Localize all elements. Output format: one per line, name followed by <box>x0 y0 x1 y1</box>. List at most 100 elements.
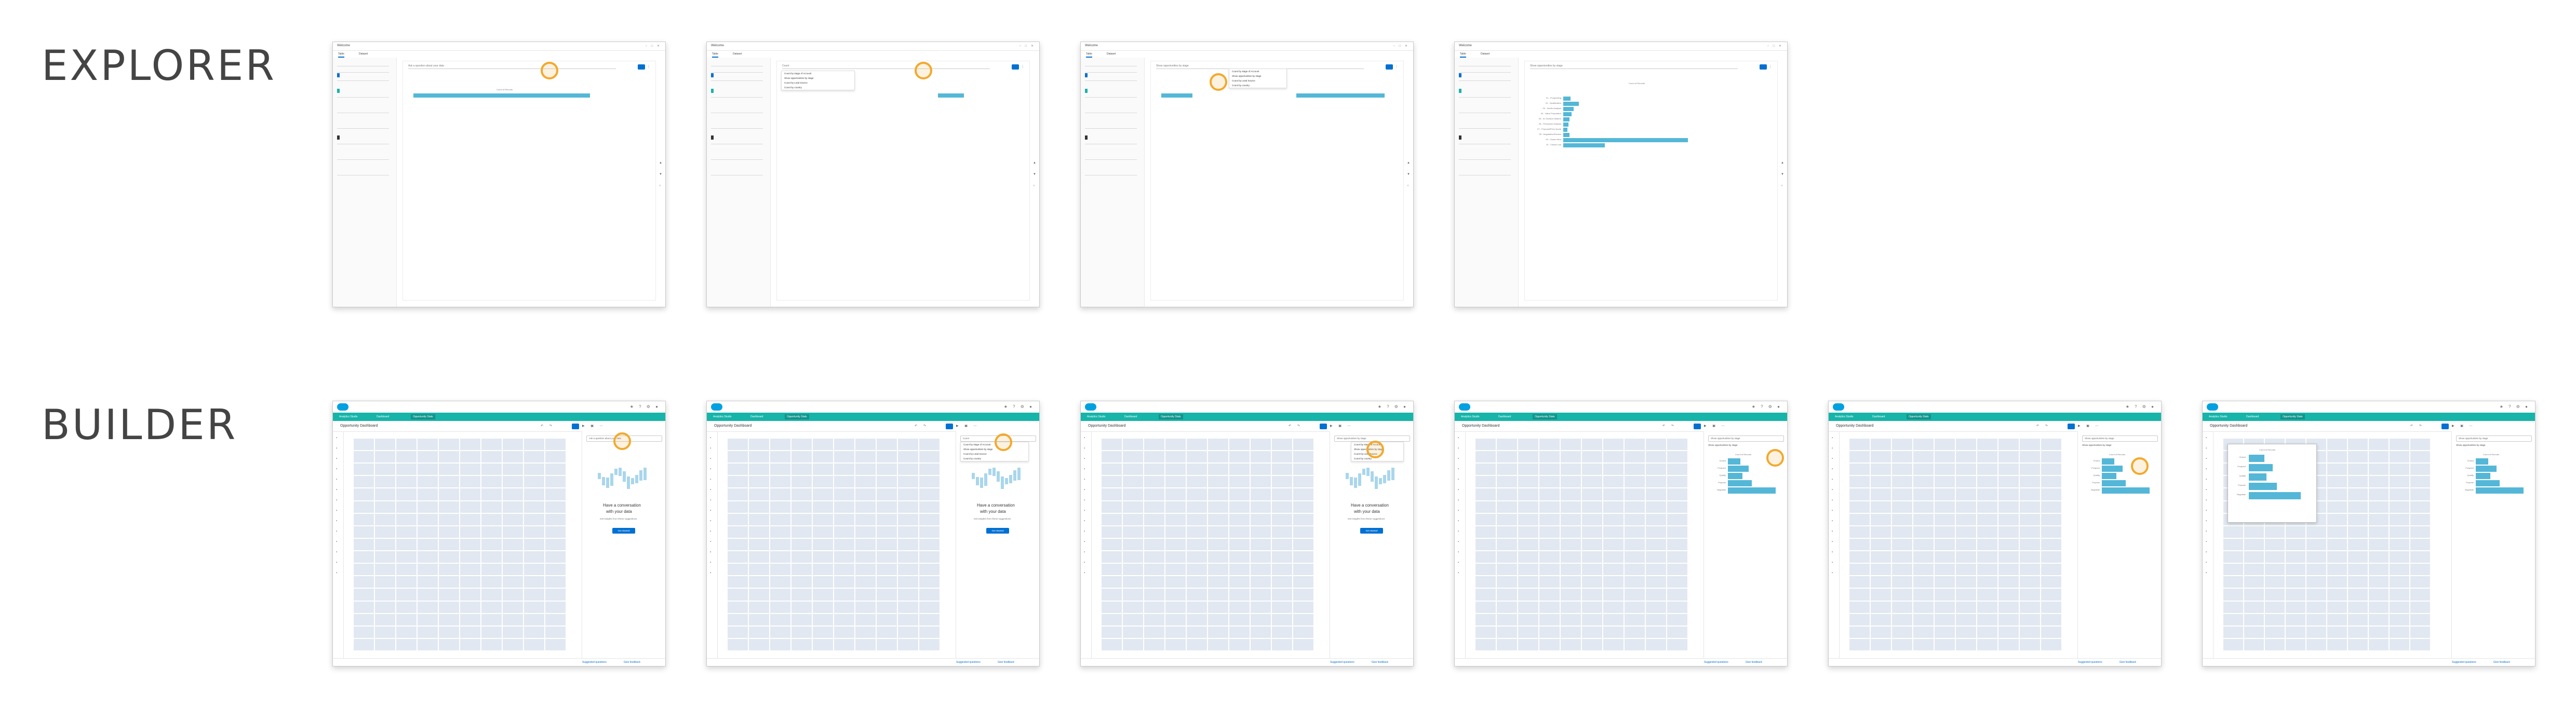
suggestion-item[interactable]: Count by country <box>1229 83 1286 88</box>
suggestion-item[interactable]: Count by Lead Source <box>1229 78 1286 83</box>
chart-bar[interactable] <box>1563 112 1572 116</box>
widget-icon[interactable]: ▪ <box>336 447 337 450</box>
app-tab[interactable]: Analytics Studio <box>2207 414 2230 419</box>
chart-bar[interactable] <box>1563 122 1568 127</box>
widget-icon[interactable]: ▪ <box>710 530 711 533</box>
rail-icon[interactable]: ▲ <box>659 161 662 165</box>
widget-icon[interactable]: ▪ <box>336 437 337 440</box>
chart-bar[interactable] <box>938 93 964 98</box>
toolbar-icons[interactable]: ▶ ▣ ⋯ <box>1704 424 1727 428</box>
options-icon[interactable]: ⋮ <box>647 65 650 69</box>
widget-icon[interactable]: ▪ <box>710 561 711 564</box>
header-icons[interactable]: ★ ? ⚙ ● <box>1752 404 1782 409</box>
widget-icon[interactable]: ▪ <box>2206 509 2207 512</box>
rail-icon[interactable]: ▲ <box>1407 161 1410 165</box>
widget-icon[interactable]: ▪ <box>1084 447 1085 450</box>
widget-icon[interactable]: ▪ <box>1832 457 1833 460</box>
suggestion-item[interactable]: Count by country <box>782 85 854 90</box>
chart-bar[interactable] <box>1728 487 1776 494</box>
chart-bar[interactable] <box>1728 466 1749 472</box>
sidebar-field[interactable] <box>1459 125 1511 129</box>
sidebar-field[interactable] <box>711 69 763 73</box>
suggestion-item[interactable]: Show opportunities by stage <box>961 447 1028 452</box>
footer-suggested-link[interactable]: Suggested questions <box>582 661 607 664</box>
widget-icon[interactable]: ▪ <box>336 499 337 502</box>
sidebar-field[interactable] <box>711 125 763 129</box>
tab-table[interactable]: Table <box>712 52 718 58</box>
widget-icon[interactable]: ▪ <box>2206 561 2207 564</box>
sidebar-field[interactable] <box>1085 125 1137 129</box>
dashboard-grid[interactable] <box>1849 439 2062 651</box>
sidebar-field[interactable] <box>1459 94 1511 98</box>
sidebar-field[interactable] <box>1085 172 1137 175</box>
suggestion-item[interactable]: Count by stage of Account <box>782 71 854 76</box>
chart-bar[interactable] <box>2102 458 2114 465</box>
chart-bar[interactable] <box>1563 133 1569 137</box>
search-input[interactable]: Count <box>782 64 990 69</box>
widget-icon[interactable]: ▪ <box>1458 520 1459 523</box>
rail-icon[interactable]: ▼ <box>1033 173 1036 176</box>
chart-bar[interactable] <box>2249 483 2277 490</box>
tab-table[interactable]: Table <box>1086 52 1092 58</box>
widget-icon[interactable]: ▪ <box>336 530 337 533</box>
widget-icon[interactable]: ▪ <box>1832 520 1833 523</box>
dropped-chart-widget[interactable]: Count of Records Closed Prospect Qualify Pro… <box>2228 444 2317 523</box>
footer-feedback-link[interactable]: Give feedback <box>2493 661 2510 664</box>
app-tab[interactable]: Analytics Studio <box>1833 414 1856 419</box>
widget-icon[interactable]: ▪ <box>1458 447 1459 450</box>
suggestion-item[interactable]: Show opportunities by stage <box>782 76 854 80</box>
toolbar-icons[interactable]: ▶ ▣ ⋯ <box>2078 424 2101 428</box>
app-tab[interactable]: Opportunity Stats <box>1907 414 1931 419</box>
tab-dataset[interactable]: Dataset <box>1481 52 1490 56</box>
chart-bar[interactable] <box>2476 458 2488 465</box>
run-button[interactable] <box>1386 64 1393 70</box>
tab-dataset[interactable]: Dataset <box>359 52 368 56</box>
rail-icon[interactable]: ▼ <box>659 173 662 176</box>
chart-bar[interactable] <box>2476 480 2500 486</box>
widget-icon[interactable]: ▪ <box>336 540 337 543</box>
sidebar-field[interactable] <box>1459 156 1511 160</box>
sidebar-field[interactable] <box>711 94 763 98</box>
chart-bar[interactable] <box>1563 107 1574 111</box>
rail-icon[interactable]: ▼ <box>1407 173 1410 176</box>
widget-icon[interactable]: ▪ <box>2206 488 2207 492</box>
ask-input[interactable]: Show opportunities by stage <box>2456 435 2532 442</box>
chart-bar[interactable] <box>2476 487 2524 494</box>
widget-icon[interactable]: ▪ <box>336 457 337 460</box>
chart-bar[interactable] <box>2249 492 2301 499</box>
widget-icon[interactable]: ▪ <box>1084 499 1085 502</box>
ask-input[interactable]: Show opportunities by stage <box>1708 435 1784 442</box>
save-button[interactable] <box>946 424 953 429</box>
header-icons[interactable]: ★ ? ⚙ ● <box>1378 404 1408 409</box>
footer-feedback-link[interactable]: Give feedback <box>998 661 1014 664</box>
rail-icon[interactable]: ▲ <box>1781 161 1784 165</box>
widget-icon[interactable]: ▪ <box>336 561 337 564</box>
rail-icon[interactable]: ○ <box>1781 184 1783 187</box>
ask-input[interactable]: Show opportunities by stage <box>2082 435 2158 442</box>
widget-icon[interactable]: ▪ <box>336 509 337 512</box>
rail-icon[interactable]: ○ <box>659 184 661 187</box>
app-tab[interactable]: Opportunity Stats <box>1159 414 1183 419</box>
widget-icon[interactable]: ▪ <box>1458 509 1459 512</box>
sidebar-field[interactable] <box>337 125 389 129</box>
chart-bar[interactable] <box>1296 93 1385 98</box>
chart-bar[interactable] <box>1728 473 1742 479</box>
widget-icon[interactable]: ▪ <box>710 551 711 554</box>
app-tab[interactable]: Dashboard <box>1496 414 1513 419</box>
save-button[interactable] <box>2441 424 2449 429</box>
sidebar-field[interactable] <box>1459 77 1511 81</box>
footer-suggested-link[interactable]: Suggested questions <box>2078 661 2102 664</box>
widget-icon[interactable]: ▪ <box>1458 468 1459 471</box>
widget-icon[interactable]: ▪ <box>2206 520 2207 523</box>
widget-icon[interactable]: ▪ <box>1458 437 1459 440</box>
sidebar-field[interactable] <box>711 63 763 66</box>
footer-suggested-link[interactable]: Suggested questions <box>1330 661 1354 664</box>
sidebar-field[interactable] <box>1459 172 1511 175</box>
footer-suggested-link[interactable]: Suggested questions <box>2452 661 2476 664</box>
header-icons[interactable]: ★ ? ⚙ ● <box>630 404 660 409</box>
widget-icon[interactable]: ▪ <box>1832 447 1833 450</box>
tab-table[interactable]: Table <box>1460 52 1466 58</box>
widget-icon[interactable]: ▪ <box>1832 509 1833 512</box>
tab-dataset[interactable]: Dataset <box>733 52 742 56</box>
header-icons[interactable]: ★ ? ⚙ ● <box>2500 404 2530 409</box>
